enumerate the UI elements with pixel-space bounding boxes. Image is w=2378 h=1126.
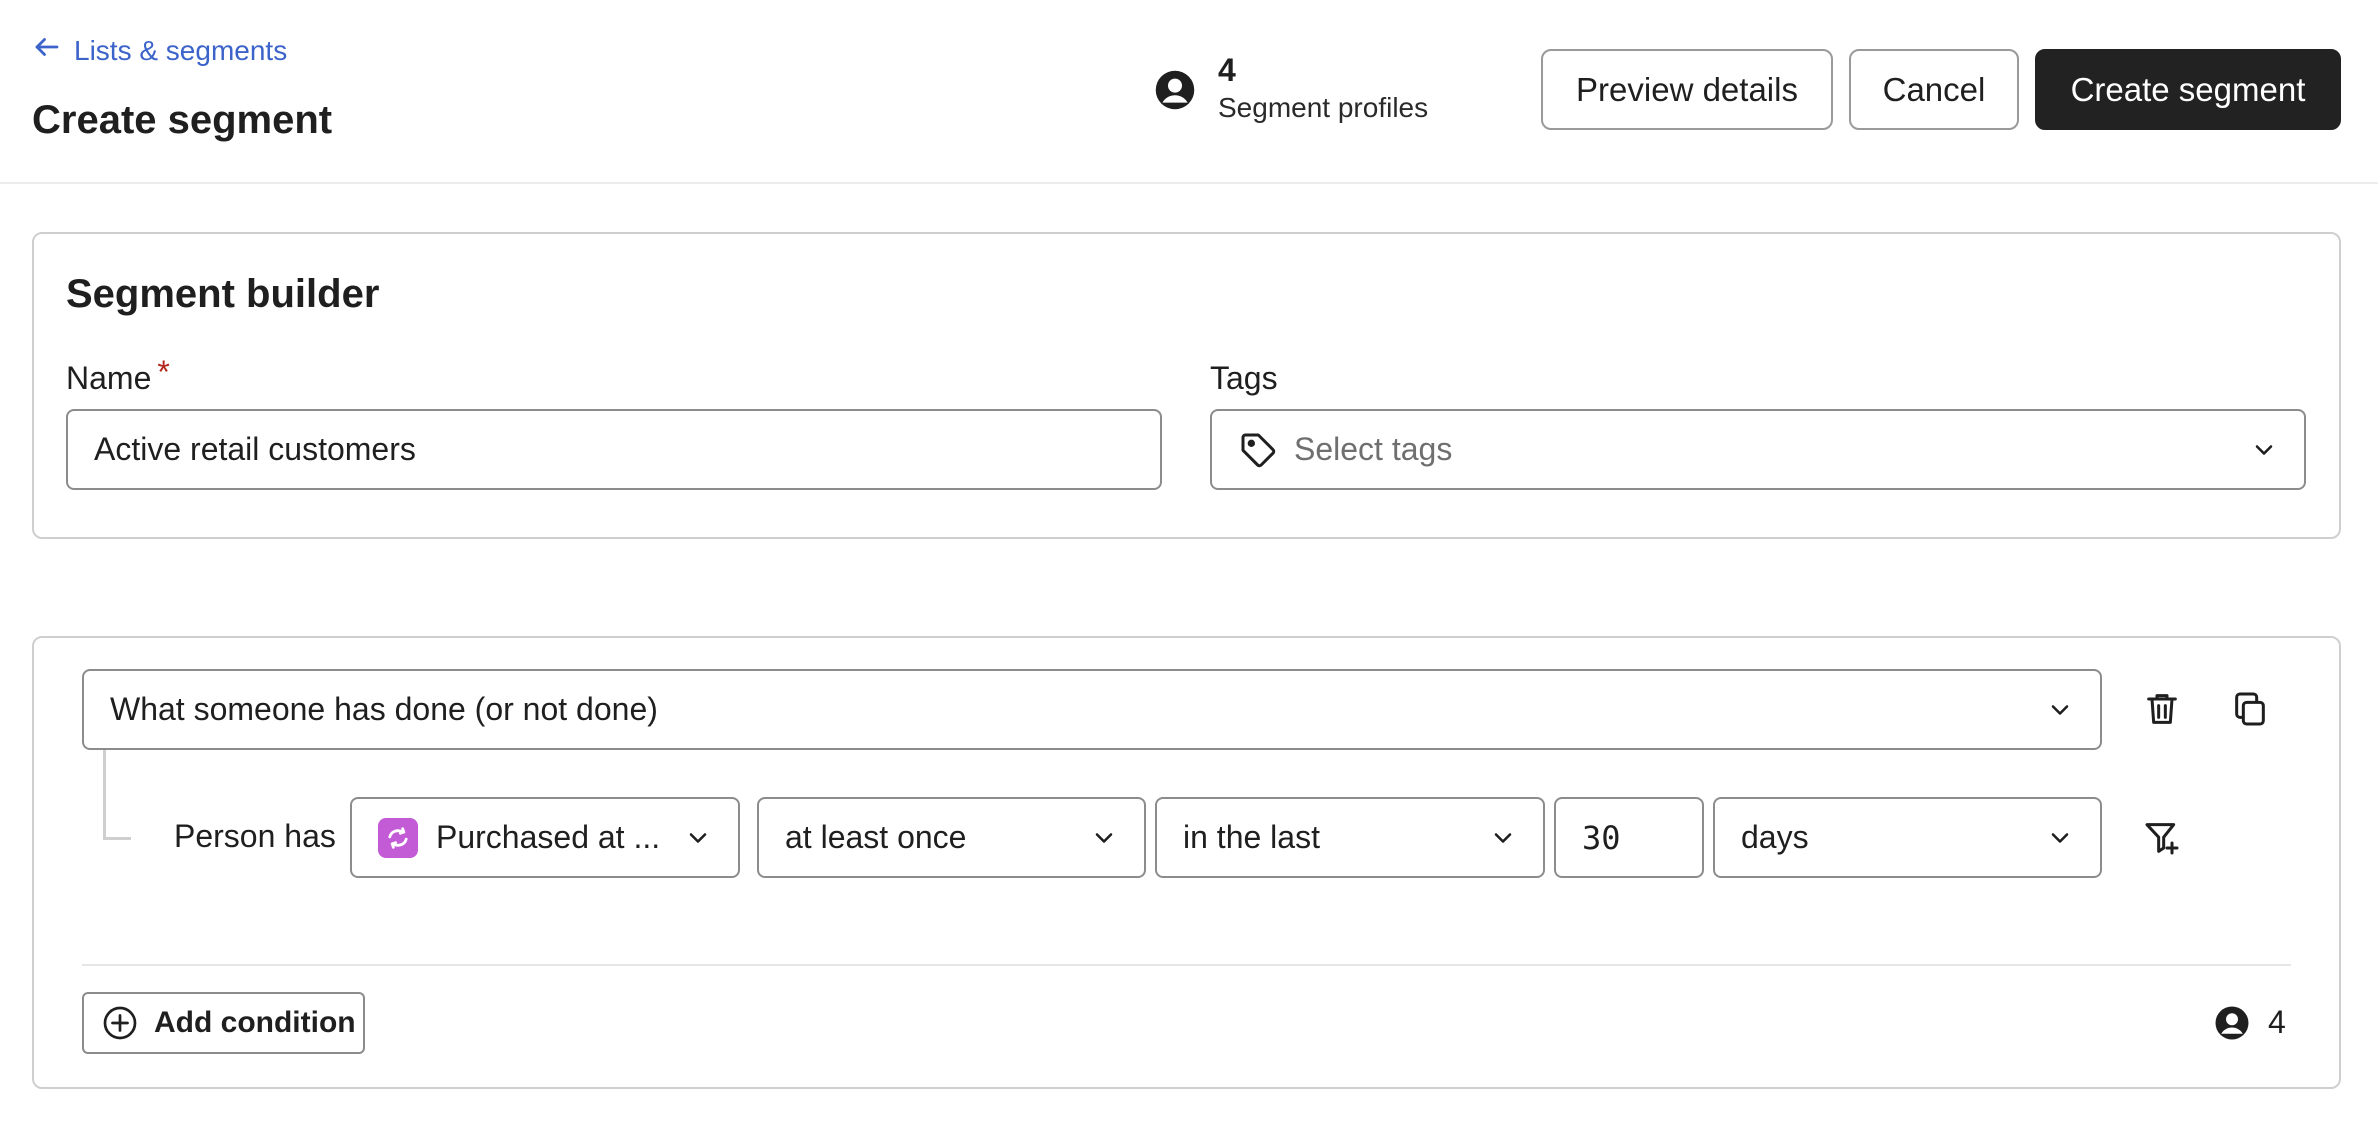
name-input[interactable]: Active retail customers: [66, 409, 1162, 490]
chevron-down-icon: [684, 824, 712, 852]
condition-type-select[interactable]: What someone has done (or not done): [82, 669, 2102, 750]
user-circle-icon: [1154, 69, 1196, 111]
frequency-value: at least once: [785, 819, 967, 855]
chevron-down-icon: [2046, 824, 2074, 852]
back-link-label: Lists & segments: [74, 34, 288, 66]
tag-icon: [1238, 430, 1278, 470]
chevron-down-icon: [2046, 696, 2074, 724]
timeframe-number-value: 30: [1582, 818, 1621, 857]
matching-count-value: 4: [2268, 1004, 2286, 1040]
name-input-value: Active retail customers: [94, 431, 416, 467]
user-circle-icon: [2214, 1005, 2250, 1041]
required-marker: *: [157, 354, 170, 390]
frequency-select[interactable]: at least once: [757, 797, 1146, 878]
metric-value: Purchased at ...: [436, 819, 661, 855]
add-condition-label: Add condition: [154, 1006, 356, 1039]
preview-details-button[interactable]: Preview details: [1541, 49, 1833, 130]
name-field-label: Name *: [66, 354, 170, 397]
add-condition-button[interactable]: Add condition: [82, 992, 365, 1054]
condition-tree-connector: [103, 750, 131, 840]
trash-icon: [2142, 689, 2182, 729]
condition-type-value: What someone has done (or not done): [110, 691, 658, 727]
tags-select[interactable]: Select tags: [1210, 409, 2306, 490]
tags-field-label: Tags: [1210, 360, 1278, 396]
copy-icon: [2230, 689, 2270, 729]
plus-circle-icon: [102, 1005, 138, 1041]
tags-placeholder: Select tags: [1294, 431, 1453, 467]
condition-footer-divider: [82, 964, 2291, 966]
timeframe-select[interactable]: in the last: [1155, 797, 1545, 878]
page-title: Create segment: [32, 98, 333, 142]
chevron-down-icon: [1489, 824, 1517, 852]
header-divider: [0, 182, 2378, 184]
matching-profiles-count: 4: [2214, 1004, 2286, 1041]
name-label-text: Name: [66, 360, 152, 396]
time-unit-select[interactable]: days: [1713, 797, 2102, 878]
metric-select[interactable]: Purchased at ...: [350, 797, 740, 878]
segment-builder-title: Segment builder: [66, 272, 380, 316]
chevron-down-icon: [2250, 436, 2278, 464]
create-segment-button[interactable]: Create segment: [2035, 49, 2341, 130]
arrow-left-icon: [32, 32, 62, 69]
cancel-button[interactable]: Cancel: [1849, 49, 2019, 130]
timeframe-value: in the last: [1183, 819, 1320, 855]
person-has-label: Person has: [174, 818, 336, 854]
integration-icon: [378, 817, 418, 858]
duplicate-condition-button[interactable]: [2230, 689, 2270, 729]
chevron-down-icon: [1090, 824, 1118, 852]
delete-condition-button[interactable]: [2142, 689, 2182, 729]
timeframe-number-input[interactable]: 30: [1554, 797, 1704, 878]
filter-plus-icon: [2142, 818, 2182, 858]
back-link[interactable]: Lists & segments: [32, 32, 287, 69]
segment-profiles-summary: 4 Segment profiles: [1154, 52, 1428, 128]
profiles-count: 4: [1218, 52, 1236, 88]
add-filter-button[interactable]: [2142, 818, 2182, 858]
time-unit-value: days: [1741, 819, 1809, 855]
profiles-label: Segment profiles: [1218, 92, 1429, 123]
